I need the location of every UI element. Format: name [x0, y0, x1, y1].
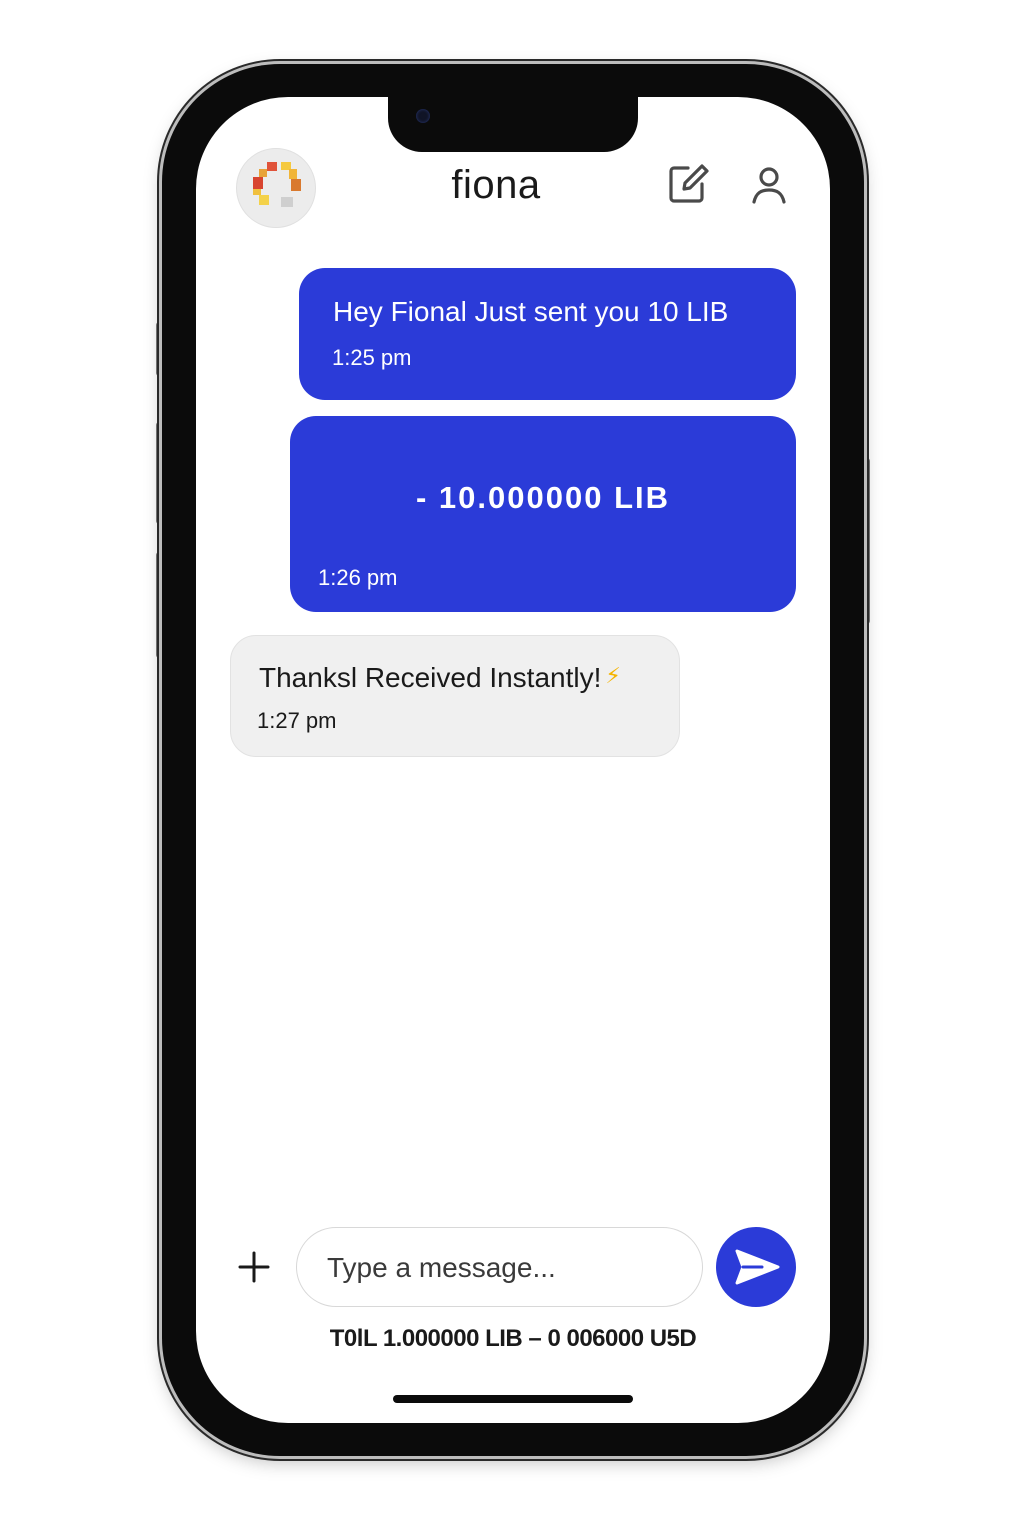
front-camera — [416, 109, 430, 123]
profile-button[interactable] — [747, 164, 791, 208]
add-attachment-button[interactable] — [234, 1247, 274, 1287]
message-bubble-received[interactable]: Thanksl Received Instantly! ⚡ 1:27 pm — [230, 635, 680, 757]
balance-summary: T0lL 1.000000 LIB – 0 006000 U5D — [329, 1325, 697, 1352]
compose-button[interactable] — [666, 162, 710, 206]
message-bubble-sent[interactable]: Hey Fional Just sent you 10 LIB 1:25 pm — [299, 268, 796, 400]
person-icon — [752, 167, 786, 204]
send-icon — [735, 1249, 780, 1285]
home-indicator[interactable] — [393, 1395, 633, 1403]
message-text-content: Thanksl Received Instantly! — [259, 662, 602, 693]
stage: fiona Hey Fional Just sent you 10 LIB 1:… — [0, 0, 1024, 1536]
payment-amount: - 10.000000 LIB — [415, 480, 671, 515]
message-text: Thanksl Received Instantly! ⚡ — [259, 662, 621, 694]
message-time: 1:27 pm — [257, 708, 337, 733]
contact-name: fiona — [451, 163, 541, 207]
message-time: 1:25 pm — [332, 345, 412, 370]
phone-screen: fiona Hey Fional Just sent you 10 LIB 1:… — [196, 97, 830, 1423]
message-input[interactable] — [325, 1246, 679, 1290]
plus-icon — [238, 1251, 270, 1283]
message-time: 1:26 pm — [318, 565, 398, 590]
lightning-emoji-icon: ⚡ — [605, 663, 621, 688]
compose-icon — [669, 164, 709, 203]
payment-bubble[interactable]: - 10.000000 LIB 1:26 pm — [290, 416, 796, 612]
message-input-container[interactable] — [296, 1227, 703, 1307]
pixel-logo-icon — [253, 162, 301, 207]
contact-avatar[interactable] — [236, 148, 316, 228]
notch — [388, 97, 638, 152]
send-button[interactable] — [716, 1227, 796, 1307]
message-text: Hey Fional Just sent you 10 LIB — [333, 296, 729, 327]
